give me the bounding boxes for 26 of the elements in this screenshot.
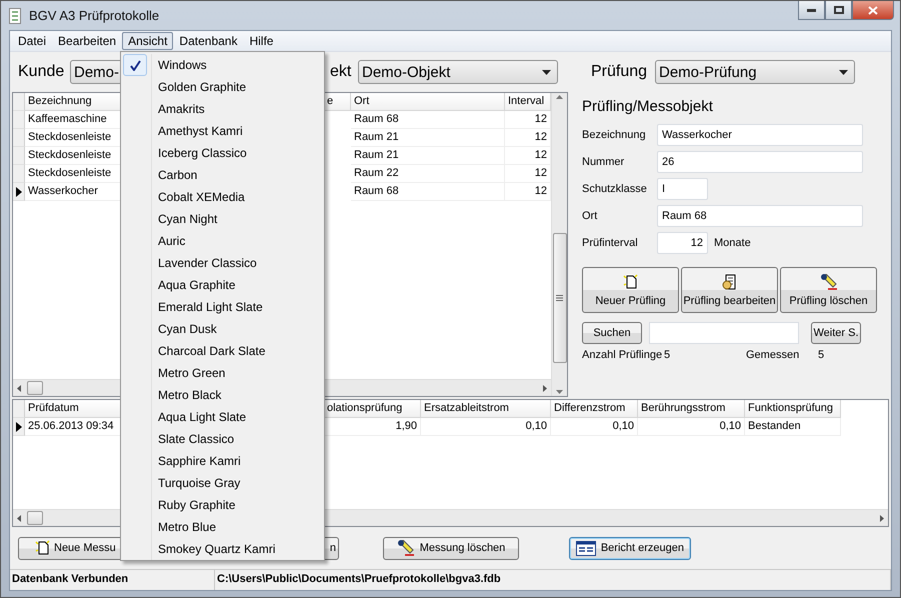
count-label: Anzahl Prüflinge xyxy=(582,349,664,361)
field-label: Schutzklasse xyxy=(582,183,648,195)
table-cell: Raum 68 xyxy=(351,111,505,129)
selector-label: Kunde xyxy=(18,63,66,81)
selector-label: Prüfung xyxy=(591,63,648,81)
table-cell: 0,10 xyxy=(421,418,551,436)
count-value: 5 xyxy=(664,349,672,361)
field-label: Ort xyxy=(582,210,598,222)
field-label: Nummer xyxy=(582,156,626,168)
table-cell: Bestanden xyxy=(745,418,841,436)
selector-label: ekt xyxy=(330,63,352,81)
count-label: Gemessen xyxy=(746,349,800,361)
table-cell: Raum 68 xyxy=(351,183,505,201)
window-title: BGV A3 Prüfprotokolle xyxy=(29,8,160,23)
status-text: Datenbank Verbunden xyxy=(10,570,215,590)
unit-label: Monate xyxy=(714,237,751,249)
table-cell: Raum 22 xyxy=(351,165,505,183)
table-cell: 0,10 xyxy=(638,418,745,436)
field-label: Bezeichnung xyxy=(582,129,647,141)
table-cell: Raum 21 xyxy=(351,129,505,147)
table-cell: 0,10 xyxy=(551,418,638,436)
field-label: Prüfinterval xyxy=(582,237,639,249)
table-cell: Raum 21 xyxy=(351,147,505,165)
status-path: C:\Users\Public\Documents\Pruefprotokolle\bgva3.fdb xyxy=(215,570,891,590)
count-value: 5 xyxy=(818,349,826,361)
panel-title: Prüfling/Messobjekt xyxy=(582,98,714,115)
